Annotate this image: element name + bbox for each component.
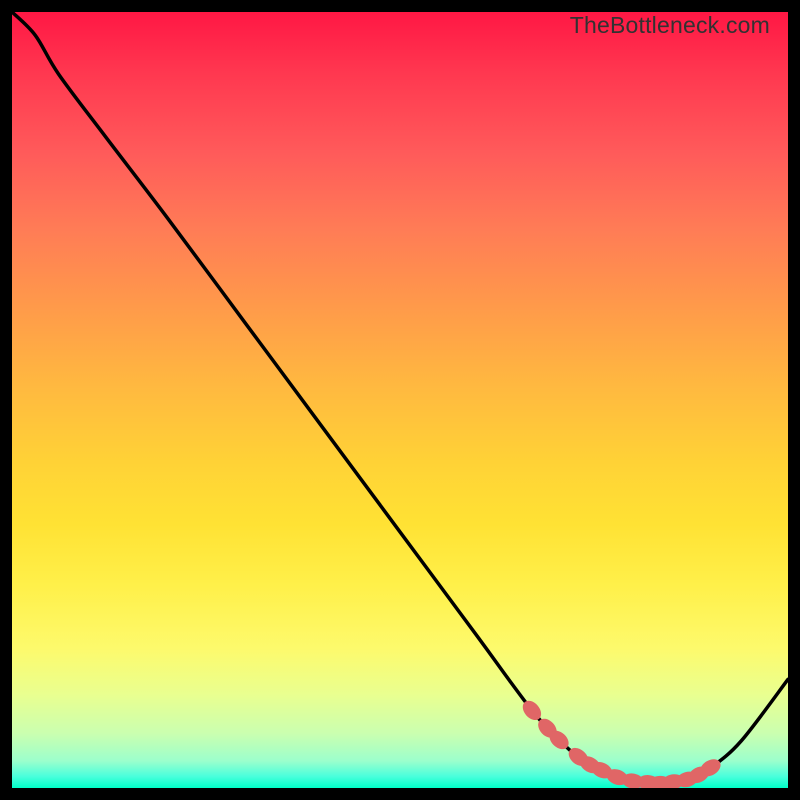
curve-line [12,12,788,783]
watermark-text: TheBottleneck.com [570,12,770,39]
marker-dots [519,697,724,788]
plot-area: TheBottleneck.com [12,12,788,788]
chart-container: TheBottleneck.com [0,0,800,800]
curve-svg [12,12,788,788]
